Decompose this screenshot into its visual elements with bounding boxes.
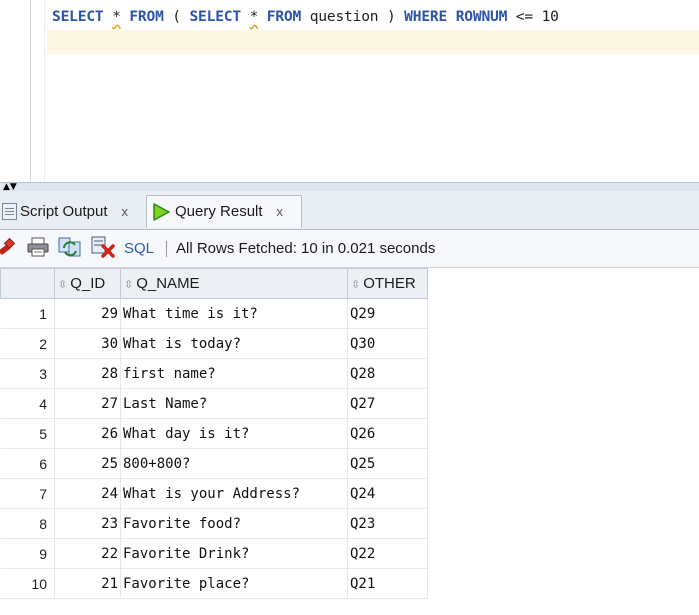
query-result-grid: ⇳ Q_ID ⇳ Q_NAME ⇳ OTHER 1 29 What time is it?… xyxy=(0,268,699,615)
table-row[interactable]: 2 30 What is today? Q30 xyxy=(0,328,428,359)
sql-token: ( xyxy=(163,8,190,25)
tab-query-result[interactable]: Query Result x xyxy=(146,195,302,228)
script-icon xyxy=(2,203,17,220)
sql-token: FROM xyxy=(266,8,302,25)
cell-q-name[interactable]: What time is it? xyxy=(120,298,348,329)
toolbar-separator xyxy=(166,240,168,257)
tab-query-result-label: Query Result xyxy=(175,203,263,220)
row-number[interactable]: 8 xyxy=(0,508,55,539)
cell-other[interactable]: Q23 xyxy=(347,508,428,539)
result-tab-bar: Script Output x Query Result x xyxy=(0,191,699,230)
table-row[interactable]: 6 25 800+800? Q25 xyxy=(0,448,428,479)
result-toolbar: SQL All Rows Fetched: 10 in 0.021 second… xyxy=(0,230,699,268)
cell-other[interactable]: Q27 xyxy=(347,388,428,419)
sql-token: SELECT xyxy=(189,8,241,25)
sql-token: <= xyxy=(507,8,542,25)
cell-q-name[interactable]: What is your Address? xyxy=(120,478,348,509)
cell-q-id[interactable]: 27 xyxy=(54,388,121,419)
sql-token: * xyxy=(249,8,259,25)
tab-query-result-close-icon[interactable]: x xyxy=(277,204,284,219)
export-icon[interactable] xyxy=(91,236,115,262)
sql-editor[interactable]: SELECT * FROM ( SELECT * FROM question )… xyxy=(0,0,699,182)
column-header-q-name[interactable]: ⇳ Q_NAME xyxy=(120,268,348,299)
cell-q-name[interactable]: Favorite place? xyxy=(120,568,348,599)
sql-link[interactable]: SQL xyxy=(124,240,154,257)
cell-other[interactable]: Q29 xyxy=(347,298,428,329)
table-row[interactable]: 9 22 Favorite Drink? Q22 xyxy=(0,538,428,569)
cell-q-name[interactable]: Last Name? xyxy=(120,388,348,419)
cell-other[interactable]: Q22 xyxy=(347,538,428,569)
cell-q-name[interactable]: Favorite Drink? xyxy=(120,538,348,569)
sql-statement[interactable]: SELECT * FROM ( SELECT * FROM question )… xyxy=(52,8,559,25)
table-row[interactable]: 8 23 Favorite food? Q23 xyxy=(0,508,428,539)
sql-token: * xyxy=(112,8,121,25)
table-row[interactable]: 3 28 first name? Q28 xyxy=(0,358,428,389)
gutter-divider-secondary xyxy=(44,0,45,182)
current-line-highlight xyxy=(47,30,699,54)
cell-q-id[interactable]: 23 xyxy=(54,508,121,539)
play-icon xyxy=(151,202,175,222)
pin-icon[interactable] xyxy=(0,237,18,261)
tab-script-output-close-icon[interactable]: x xyxy=(122,204,129,219)
editor-gutter xyxy=(0,0,30,182)
sort-arrows-icon[interactable]: ⇳ xyxy=(124,279,133,291)
result-table: ⇳ Q_ID ⇳ Q_NAME ⇳ OTHER 1 29 What time is it?… xyxy=(0,268,428,599)
row-number[interactable]: 10 xyxy=(0,568,55,599)
column-header-q-id[interactable]: ⇳ Q_ID xyxy=(54,268,121,299)
fetch-status-text: All Rows Fetched: 10 in 0.021 seconds xyxy=(176,240,436,257)
cell-q-id[interactable]: 26 xyxy=(54,418,121,449)
table-row[interactable]: 10 21 Favorite place? Q21 xyxy=(0,568,428,599)
row-number[interactable]: 4 xyxy=(0,388,55,419)
cell-q-id[interactable]: 30 xyxy=(54,328,121,359)
cell-q-name[interactable]: What is today? xyxy=(120,328,348,359)
gutter-divider xyxy=(30,0,31,182)
tab-script-output-label: Script Output xyxy=(20,203,108,220)
sql-token: SELECT xyxy=(52,8,104,25)
cell-q-id[interactable]: 24 xyxy=(54,478,121,509)
cell-q-id[interactable]: 29 xyxy=(54,298,121,329)
cell-q-name[interactable]: first name? xyxy=(120,358,348,389)
row-number-header xyxy=(0,268,55,299)
cell-q-id[interactable]: 25 xyxy=(54,448,121,479)
sort-arrows-icon[interactable]: ⇳ xyxy=(58,279,67,291)
sql-token: WHERE xyxy=(404,8,448,25)
cell-q-id[interactable]: 22 xyxy=(54,538,121,569)
sort-arrows-icon[interactable]: ⇳ xyxy=(351,279,360,291)
row-number[interactable]: 3 xyxy=(0,358,55,389)
row-number[interactable]: 7 xyxy=(0,478,55,509)
cell-other[interactable]: Q30 xyxy=(347,328,428,359)
row-number[interactable]: 1 xyxy=(0,298,55,329)
cell-other[interactable]: Q25 xyxy=(347,448,428,479)
table-row[interactable]: 4 27 Last Name? Q27 xyxy=(0,388,428,419)
cell-q-id[interactable]: 28 xyxy=(54,358,121,389)
sql-token: ROWNUM xyxy=(455,8,508,25)
table-row[interactable]: 1 29 What time is it? Q29 xyxy=(0,298,428,329)
print-icon[interactable] xyxy=(27,237,49,261)
sql-token: FROM xyxy=(129,8,164,25)
row-number[interactable]: 2 xyxy=(0,328,55,359)
row-number[interactable]: 5 xyxy=(0,418,55,449)
column-header-other[interactable]: ⇳ OTHER xyxy=(347,268,428,299)
row-number[interactable]: 6 xyxy=(0,448,55,479)
sql-token: question ) xyxy=(301,8,405,25)
header-row: ⇳ Q_ID ⇳ Q_NAME ⇳ OTHER xyxy=(0,268,428,299)
cell-other[interactable]: Q24 xyxy=(347,478,428,509)
table-row[interactable]: 7 24 What is your Address? Q24 xyxy=(0,478,428,509)
cell-other[interactable]: Q28 xyxy=(347,358,428,389)
cell-q-name[interactable]: Favorite food? xyxy=(120,508,348,539)
cell-other[interactable]: Q21 xyxy=(347,568,428,599)
cell-q-name[interactable]: 800+800? xyxy=(120,448,348,479)
refresh-icon[interactable] xyxy=(58,236,82,262)
cell-other[interactable]: Q26 xyxy=(347,418,428,449)
cell-q-id[interactable]: 21 xyxy=(54,568,121,599)
tab-script-output[interactable]: Script Output x xyxy=(0,195,145,228)
row-number[interactable]: 9 xyxy=(0,538,55,569)
sql-token: 10 xyxy=(541,8,559,25)
cell-q-name[interactable]: What day is it? xyxy=(120,418,348,449)
table-row[interactable]: 5 26 What day is it? Q26 xyxy=(0,418,428,449)
